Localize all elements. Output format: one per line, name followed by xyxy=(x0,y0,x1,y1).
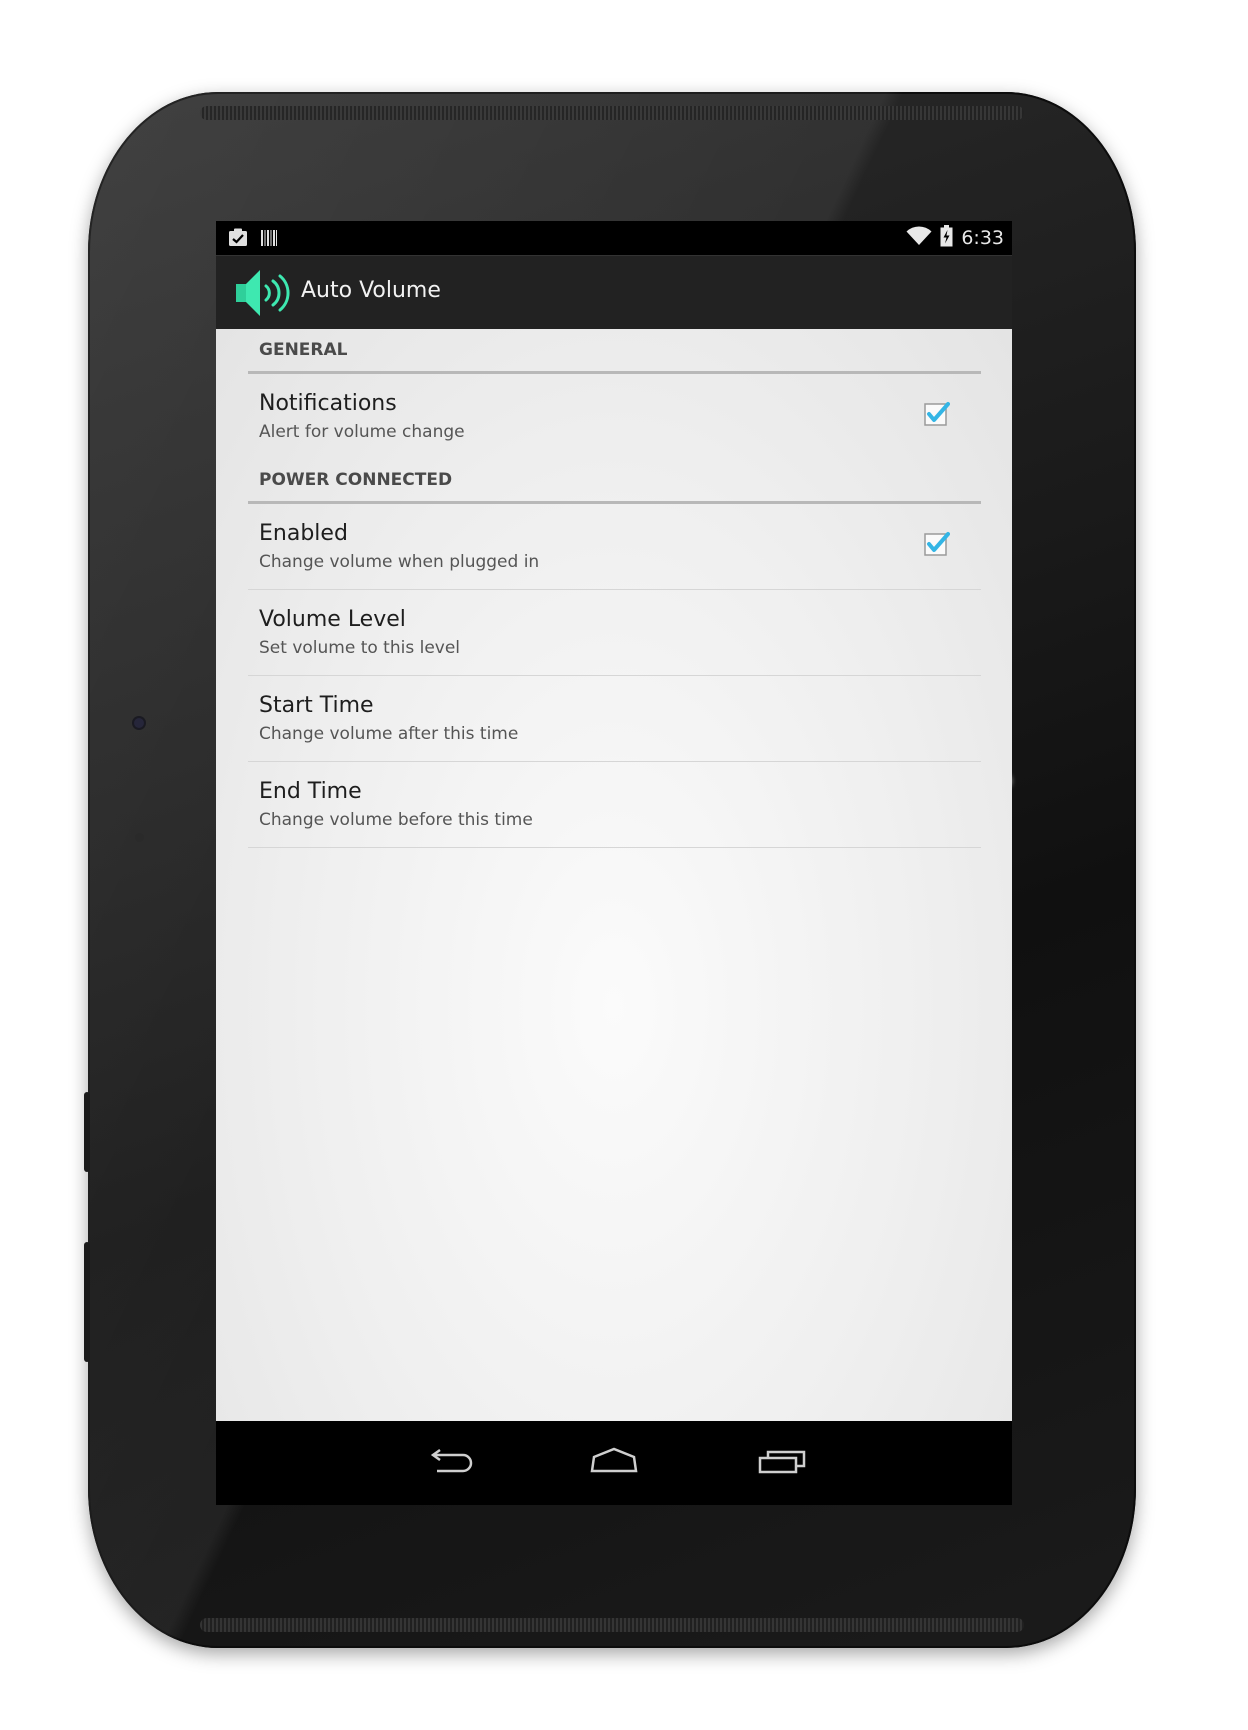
status-bar: 6:33 xyxy=(216,221,1012,255)
pref-summary: Alert for volume change xyxy=(259,422,465,442)
screen: 6:33 Auto Volume GENERAL Notifications A… xyxy=(216,221,1012,1505)
status-right-icons: 6:33 xyxy=(906,225,1004,251)
home-icon[interactable] xyxy=(584,1441,644,1485)
pref-title: End Time xyxy=(259,779,362,804)
status-left-icons xyxy=(228,228,278,251)
pref-title: Start Time xyxy=(259,693,374,718)
pref-volume-level[interactable]: Volume Level Set volume to this level xyxy=(248,590,981,676)
status-time: 6:33 xyxy=(961,227,1004,249)
top-speaker-grille xyxy=(200,106,1024,120)
pref-summary: Change volume when plugged in xyxy=(259,552,540,572)
preferences-list: GENERAL Notifications Alert for volume c… xyxy=(248,329,981,848)
category-power-connected: POWER CONNECTED xyxy=(248,459,981,504)
pref-title: Volume Level xyxy=(259,607,406,632)
pref-summary: Change volume after this time xyxy=(259,724,519,744)
page: 6:33 Auto Volume GENERAL Notifications A… xyxy=(0,0,1248,1730)
enabled-checkbox[interactable] xyxy=(924,531,950,556)
back-icon[interactable] xyxy=(419,1441,479,1485)
category-title-general: GENERAL xyxy=(259,340,348,360)
category-general: GENERAL xyxy=(248,329,981,374)
settings-content: GENERAL Notifications Alert for volume c… xyxy=(216,329,1012,1421)
pref-title: Enabled xyxy=(259,521,348,546)
action-bar: Auto Volume xyxy=(216,255,1012,330)
pref-end-time[interactable]: End Time Change volume before this time xyxy=(248,762,981,848)
pref-summary: Change volume before this time xyxy=(259,810,533,830)
light-sensor xyxy=(135,833,144,842)
battery-charging-icon xyxy=(940,225,953,251)
power-button xyxy=(84,1092,90,1172)
pref-start-time[interactable]: Start Time Change volume after this time xyxy=(248,676,981,762)
pref-notifications[interactable]: Notifications Alert for volume change xyxy=(248,374,981,459)
navigation-bar xyxy=(216,1421,1012,1505)
pref-summary: Set volume to this level xyxy=(259,638,461,658)
pref-enabled[interactable]: Enabled Change volume when plugged in xyxy=(248,504,981,590)
volume-button xyxy=(84,1242,90,1362)
barcode-icon xyxy=(260,229,278,251)
pref-title: Notifications xyxy=(259,391,397,416)
app-title: Auto Volume xyxy=(301,278,441,303)
recent-apps-icon[interactable] xyxy=(753,1441,813,1485)
wifi-icon xyxy=(906,226,932,250)
speaker-volume-icon[interactable] xyxy=(232,264,294,322)
bottom-speaker-grille xyxy=(200,1618,1024,1632)
notifications-checkbox[interactable] xyxy=(924,401,950,426)
category-title-power-connected: POWER CONNECTED xyxy=(259,470,453,490)
front-camera xyxy=(134,718,144,728)
clipboard-check-icon xyxy=(228,228,248,251)
